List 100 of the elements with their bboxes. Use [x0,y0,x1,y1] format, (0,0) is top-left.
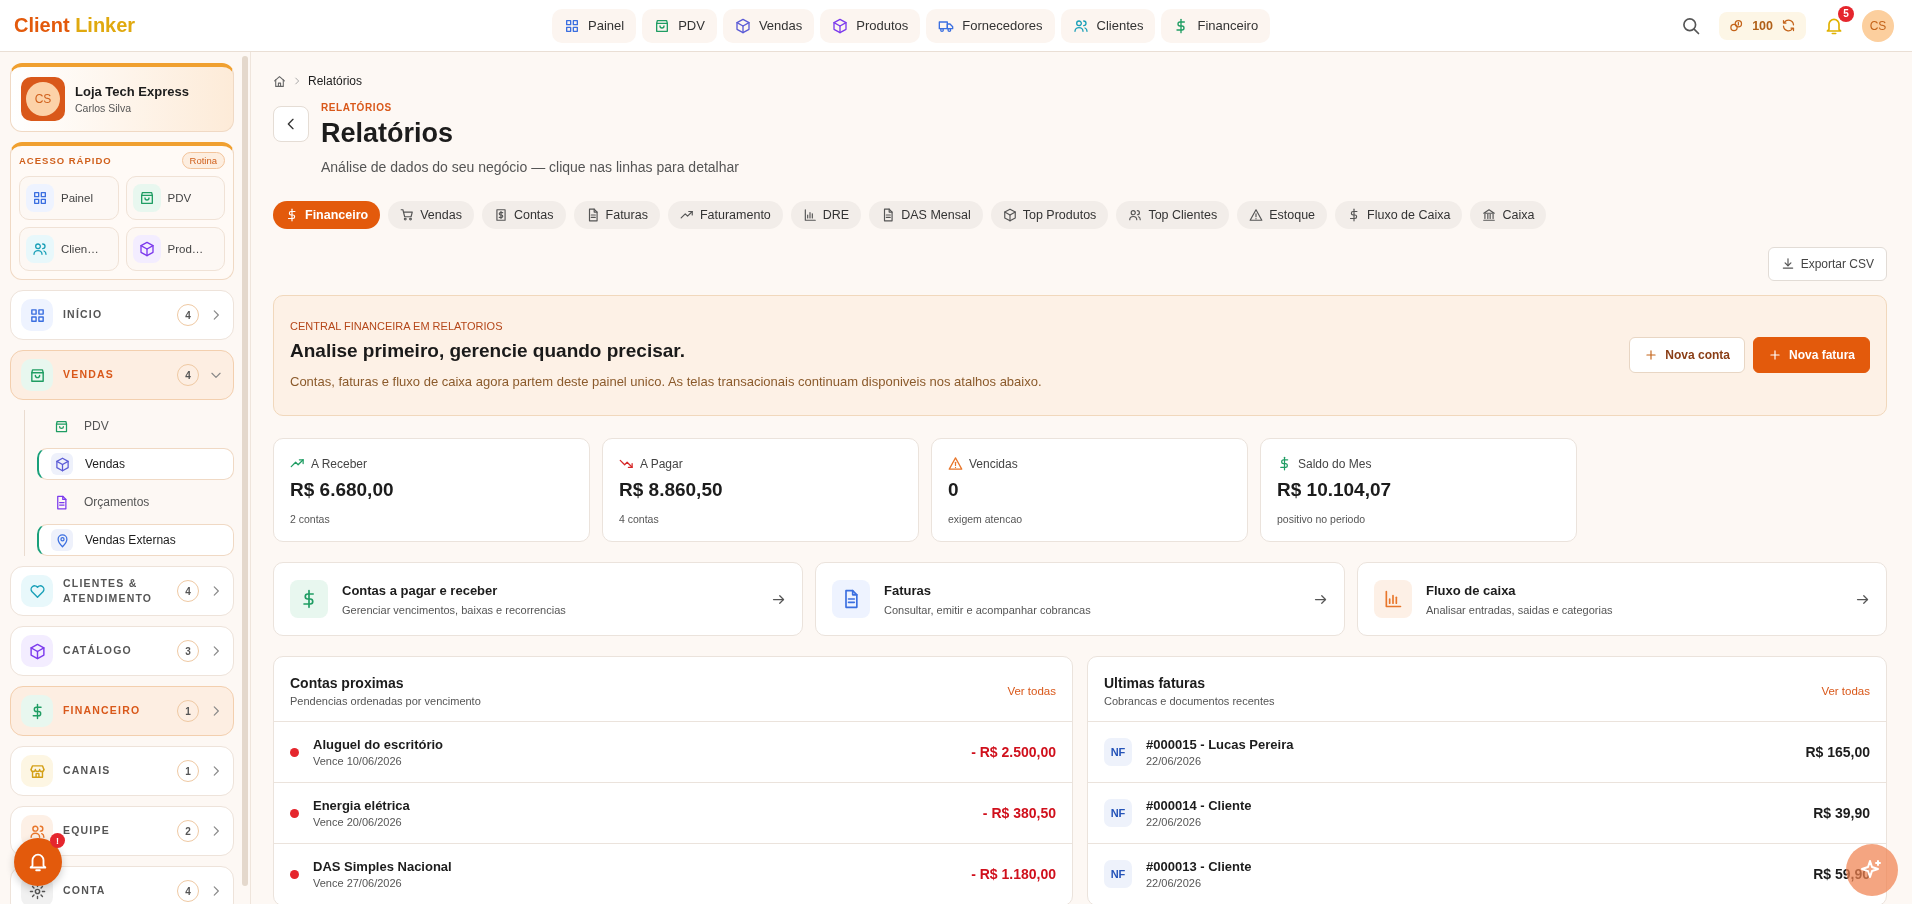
nav-link[interactable]: Vendas [722,8,815,43]
stat-note: 2 contas [290,513,331,525]
panel-subtitle: Cobrancas e documentos recentes [1104,695,1275,707]
sidebar-group[interactable]: CONTA 4 [10,866,234,904]
report-tab[interactable]: Financeiro [273,201,381,229]
box-icon [832,17,849,34]
bar-chart-icon [802,208,817,222]
sidebar-group[interactable]: CANAIS 1 [10,746,234,796]
file-icon [881,208,896,222]
box-icon [734,17,751,34]
page-title: Relatórios [321,118,455,149]
see-all-link[interactable]: Ver todas [1821,685,1870,697]
scrollbar[interactable] [242,56,248,886]
bill-amount: - R$ 2.500,00 [971,744,1056,760]
home-icon [273,74,286,88]
report-tab[interactable]: DAS Mensal [869,201,983,229]
nav-link[interactable]: Financeiro [1161,8,1271,43]
invoice-amount: R$ 165,00 [1805,744,1870,760]
nav-link[interactable]: Painel [552,8,637,43]
sidebar-subitem[interactable]: Orçamentos [37,486,234,518]
sidebar-subitem[interactable]: Vendas [37,448,234,480]
bag-icon [53,418,69,434]
routine-badge[interactable]: Rotina [181,152,225,169]
bell-icon [27,851,49,873]
store-card[interactable]: CS Loja Tech Express Carlos Silva [10,63,234,132]
shortcut-title: Fluxo de caixa [1426,582,1517,598]
primary-button[interactable]: Nova fatura [1752,336,1870,373]
dollar-icon [285,208,299,222]
see-all-link[interactable]: Ver todas [1007,685,1056,697]
store-avatar: CS [21,77,65,121]
box-icon [54,456,70,472]
report-tab[interactable]: Fluxo de Caixa [1335,201,1463,229]
due-date: Vence 27/06/2026 [313,877,403,889]
export-button[interactable]: Exportar CSV [1767,247,1887,281]
report-tab[interactable]: Caixa [1470,201,1547,229]
bill-amount: - R$ 1.180,00 [971,866,1056,882]
report-tab[interactable]: Contas [481,201,566,229]
shortcut-description: Analisar entradas, saidas e categorias [1426,603,1614,616]
bag-icon [28,366,46,384]
report-tab[interactable]: Faturas [573,201,660,229]
stat-label: Saldo do Mes [1298,456,1372,471]
sidebar-group[interactable]: INÍCIO 4 [10,290,234,340]
users-icon [1072,17,1089,34]
cart-icon [400,208,415,222]
home-link[interactable] [273,74,286,88]
report-tab[interactable]: Vendas [388,201,474,229]
owner-name: Carlos Silva [75,102,133,114]
shortcut-card[interactable]: Faturas Consultar, emitir e acompanhar cobrancas [815,562,1345,636]
shortcut-description: Gerenciar vencimentos, baixas e recorrencias [342,603,567,616]
bag-icon [654,17,671,34]
bill-name: Aluguel do escritório [313,737,444,752]
report-tab[interactable]: Faturamento [667,201,783,229]
invoice-badge: NF [1104,860,1132,888]
sidebar-group[interactable]: CLIENTES & ATENDIMENTO 4 [10,566,234,616]
bag-icon [138,190,155,206]
panel-subtitle: Pendencias ordenadas por vencimento [290,695,481,707]
sidebar-subitem[interactable]: Vendas Externas [37,524,234,556]
section-title: ACESSO RÁPIDO [19,155,112,166]
sidebar-group[interactable]: FINANCEIRO 1 [10,686,234,736]
invoice-title: #000015 - Lucas Pereira [1146,737,1295,752]
report-tab[interactable]: Top Clientes [1116,201,1230,229]
nav-link[interactable]: Clientes [1060,8,1156,43]
panel-title: Contas proximas [290,675,405,691]
coins-chip[interactable]: 100 [1719,11,1806,40]
quick-access-item[interactable]: PDV [125,176,225,220]
page-eyebrow: RELATÓRIOS [321,102,393,113]
due-date: Vence 10/06/2026 [313,755,403,767]
banner-text: Contas, faturas e fluxo de caixa agora partem deste painel unico. As telas transacionais continuam disponiveis nos atalhos abaixo. [290,374,1042,389]
nav-link[interactable]: PDV [642,8,717,43]
shortcut-card[interactable]: Contas a pagar e receber Gerenciar vencimentos, baixas e recorrencias [273,562,803,636]
invoice-date: 22/06/2026 [1146,755,1203,767]
bank-icon [1482,208,1497,222]
nav-link[interactable]: Produtos [820,8,921,43]
quick-access-item[interactable]: Prod… [125,227,225,271]
secondary-button[interactable]: Nova conta [1629,336,1745,373]
report-tab[interactable]: DRE [790,201,862,229]
sidebar-group[interactable]: VENDAS 4 [10,350,234,400]
sidebar-group[interactable]: CATÁLOGO 3 [10,626,234,676]
quick-access-item[interactable]: Clien… [19,227,119,271]
invoice-badge: NF [1104,799,1132,827]
stat-label: Vencidas [969,456,1018,471]
notification-count: 5 [1838,5,1854,22]
shortcut-card[interactable]: Fluxo de caixa Analisar entradas, saidas e categorias [1357,562,1887,636]
plus-icon [1767,347,1782,362]
alert-icon [1249,208,1264,222]
report-tab[interactable]: Top Produtos [990,201,1109,229]
sidebar-subitem[interactable]: PDV [37,410,234,442]
box-icon [138,241,155,257]
grid-icon [28,306,46,324]
invoice-date: 22/06/2026 [1146,877,1203,889]
bill-name: Energia elétrica [313,798,411,813]
nav-link[interactable]: Fornecedores [926,8,1055,43]
store-icon [28,762,46,780]
quick-access-item[interactable]: Painel [19,176,119,220]
users-icon [32,241,48,257]
brand-logo[interactable]: Client Linker [14,14,136,37]
users-icon [1128,208,1143,222]
search-icon [1681,15,1702,36]
stat-note: positivo no periodo [1277,513,1367,525]
report-tab[interactable]: Estoque [1237,201,1328,229]
